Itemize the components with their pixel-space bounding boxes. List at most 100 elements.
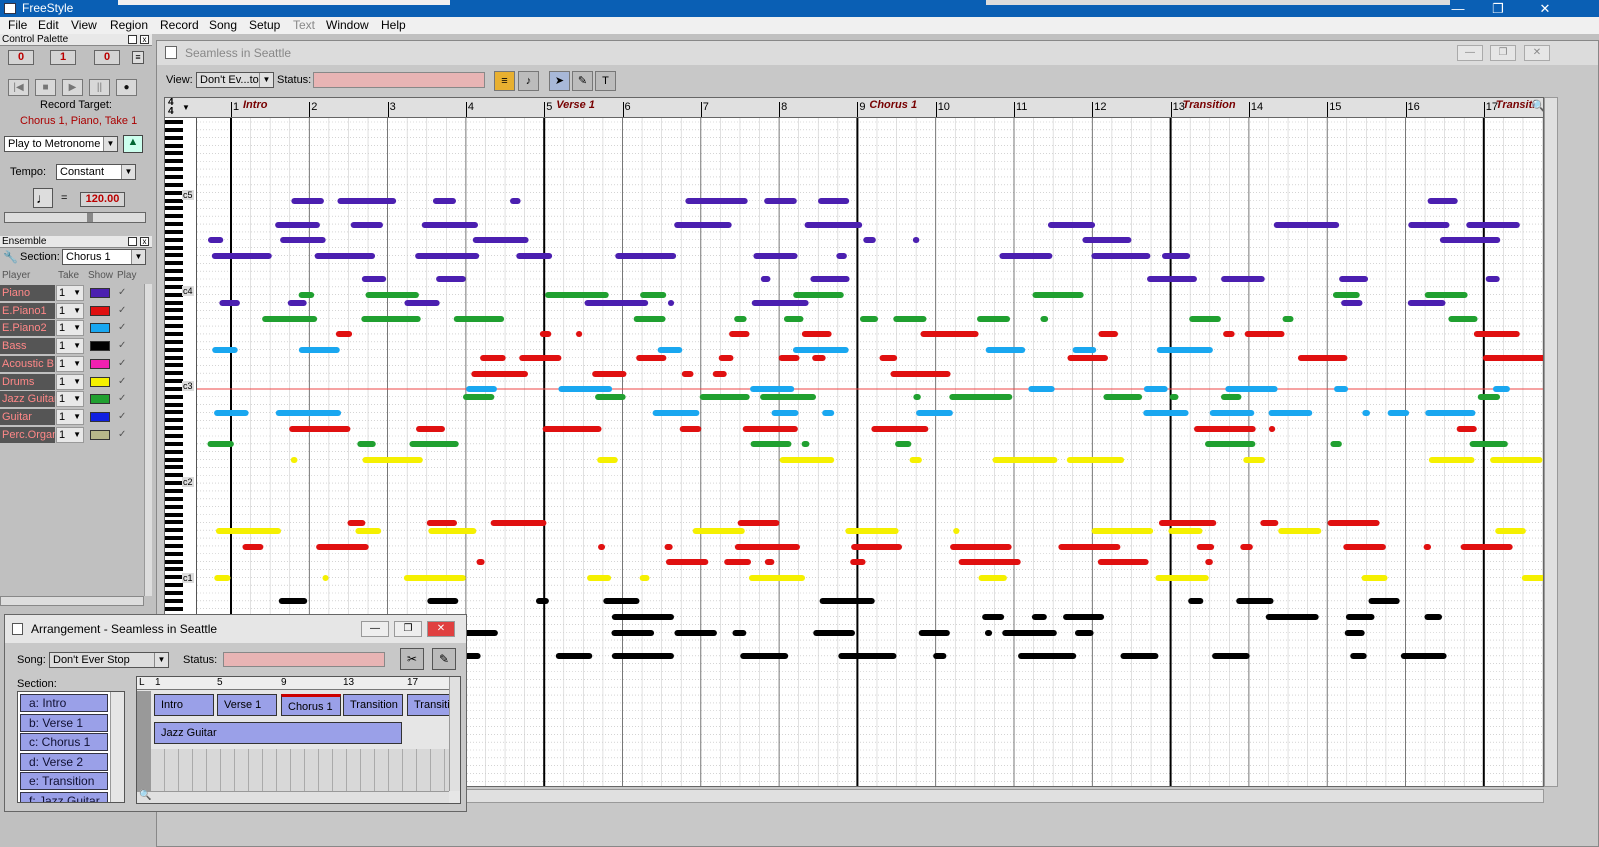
- player-color-swatch[interactable]: [90, 358, 110, 369]
- quarter-note-icon[interactable]: ♩: [33, 188, 53, 208]
- section-list-scroll[interactable]: [110, 692, 124, 802]
- black-key[interactable]: [165, 229, 183, 234]
- black-key[interactable]: [165, 120, 183, 124]
- black-key[interactable]: [165, 198, 183, 203]
- black-key[interactable]: [165, 245, 183, 250]
- menu-view[interactable]: View: [71, 17, 97, 34]
- counter-beat[interactable]: 1: [50, 50, 76, 65]
- black-key[interactable]: [165, 394, 183, 399]
- arr-section-block[interactable]: Intro: [154, 694, 214, 716]
- counter-bar[interactable]: 0: [8, 50, 34, 65]
- note-icon[interactable]: ♪: [518, 71, 539, 91]
- arrangement-timeline[interactable]: L 1 5 9 13 17 Intro Verse 1 Chorus 1 Transition T…: [136, 676, 461, 804]
- pointer-tool-icon[interactable]: ➤: [549, 71, 570, 91]
- arr-section-item[interactable]: a: Intro: [20, 694, 108, 712]
- arr-minimize-icon[interactable]: —: [361, 621, 389, 637]
- section-marker[interactable]: Intro: [243, 99, 267, 111]
- black-key[interactable]: [165, 167, 183, 172]
- black-key[interactable]: [165, 465, 183, 470]
- black-key[interactable]: [165, 316, 183, 321]
- view-dropdown[interactable]: Don't Ev...top ▼: [196, 72, 274, 88]
- take-dropdown[interactable]: 1 ▼: [56, 408, 84, 425]
- piano-roll-vscroll[interactable]: [1544, 97, 1558, 787]
- play-button[interactable]: ▶: [62, 79, 83, 96]
- black-key[interactable]: [165, 222, 183, 227]
- black-key[interactable]: [165, 347, 183, 352]
- take-dropdown[interactable]: 1 ▼: [56, 302, 84, 319]
- menu-file[interactable]: File: [8, 17, 27, 34]
- black-key[interactable]: [165, 512, 183, 517]
- play-toggle-icon[interactable]: ✓: [118, 358, 130, 370]
- black-key[interactable]: [165, 496, 183, 501]
- ensemble-close-icon[interactable]: x: [140, 237, 149, 246]
- arr-section-block[interactable]: Chorus 1: [281, 694, 341, 716]
- black-key[interactable]: [165, 363, 183, 368]
- arr-close-icon[interactable]: ✕: [427, 621, 455, 637]
- black-key[interactable]: [165, 331, 183, 336]
- play-toggle-icon[interactable]: ✓: [118, 305, 130, 317]
- black-key[interactable]: [165, 583, 183, 588]
- player-row[interactable]: Piano 1 ▼ ✓: [0, 285, 152, 302]
- black-key[interactable]: [165, 598, 183, 603]
- black-key[interactable]: [165, 457, 183, 462]
- player-color-swatch[interactable]: [90, 341, 110, 352]
- player-name[interactable]: Piano: [0, 285, 55, 301]
- section-marker[interactable]: Transiti: [1496, 99, 1536, 111]
- take-dropdown[interactable]: 1 ▼: [56, 373, 84, 390]
- black-key[interactable]: [165, 543, 183, 548]
- arr-section-item[interactable]: e: Transition: [20, 772, 108, 790]
- player-name[interactable]: E.Piano2: [0, 320, 55, 337]
- metronome-icon[interactable]: ▲: [123, 135, 143, 153]
- black-key[interactable]: [165, 591, 183, 595]
- player-color-swatch[interactable]: [90, 376, 110, 387]
- player-row[interactable]: Bass 1 ▼ ✓: [0, 338, 152, 355]
- player-color-swatch[interactable]: [90, 411, 110, 422]
- sync-mode-dropdown[interactable]: Play to Metronome ▼: [4, 136, 118, 152]
- black-key[interactable]: [165, 386, 183, 391]
- arr-guitar-block[interactable]: Jazz Guitar: [154, 722, 402, 744]
- player-row[interactable]: Guitar 1 ▼ ✓: [0, 408, 152, 426]
- tempo-value[interactable]: 120.00: [80, 192, 125, 207]
- black-key[interactable]: [165, 449, 183, 454]
- play-toggle-icon[interactable]: ✓: [118, 376, 130, 388]
- minimize-icon[interactable]: —: [1448, 0, 1468, 17]
- counter-menu-icon[interactable]: ≡: [132, 51, 144, 64]
- arr-section-item[interactable]: b: Verse 1: [20, 713, 108, 732]
- black-key[interactable]: [165, 190, 183, 195]
- doc-close-icon[interactable]: ✕: [1524, 45, 1550, 61]
- player-row[interactable]: E.Piano1 1 ▼ ✓: [0, 302, 152, 320]
- ensemble-hscroll[interactable]: [0, 596, 144, 606]
- arr-section-item[interactable]: d: Verse 2: [20, 752, 108, 771]
- player-row[interactable]: Acoustic B 1 ▼ ✓: [0, 355, 152, 373]
- black-key[interactable]: [165, 504, 183, 509]
- play-toggle-icon[interactable]: ✓: [118, 322, 130, 334]
- tempo-mode-dropdown[interactable]: Constant ▼: [56, 164, 136, 180]
- palette-restore-icon[interactable]: [128, 35, 137, 44]
- black-key[interactable]: [165, 127, 183, 132]
- ensemble-vscroll[interactable]: [144, 284, 152, 596]
- player-name[interactable]: Jazz Guitar: [0, 391, 55, 408]
- arr-restore-icon[interactable]: ❐: [394, 621, 422, 637]
- menu-edit[interactable]: Edit: [38, 17, 59, 34]
- player-name[interactable]: E.Piano1: [0, 302, 55, 319]
- player-name[interactable]: Drums: [0, 373, 55, 390]
- glue-icon[interactable]: ✎: [432, 648, 456, 670]
- play-toggle-icon[interactable]: ✓: [118, 340, 130, 352]
- black-key[interactable]: [165, 182, 183, 187]
- black-key[interactable]: [165, 575, 183, 580]
- text-tool-icon[interactable]: T: [595, 71, 616, 91]
- black-key[interactable]: [165, 441, 183, 446]
- black-key[interactable]: [165, 528, 183, 533]
- section-list[interactable]: a: Intro b: Verse 1 c: Chorus 1 d: Verse 2e…: [17, 691, 125, 803]
- player-row[interactable]: Jazz Guitar 1 ▼ ✓: [0, 391, 152, 408]
- arr-section-item[interactable]: f: Jazz Guitar: [20, 791, 108, 802]
- black-key[interactable]: [165, 551, 183, 556]
- black-key[interactable]: [165, 174, 183, 179]
- black-key[interactable]: [165, 206, 183, 211]
- arr-vscroll[interactable]: [449, 677, 460, 791]
- play-toggle-icon[interactable]: ✓: [118, 429, 130, 441]
- scissors-icon[interactable]: ✂: [400, 648, 424, 670]
- take-dropdown[interactable]: 1 ▼: [56, 338, 84, 355]
- player-name[interactable]: Acoustic B: [0, 355, 55, 372]
- section-marker[interactable]: Verse 1: [556, 99, 595, 111]
